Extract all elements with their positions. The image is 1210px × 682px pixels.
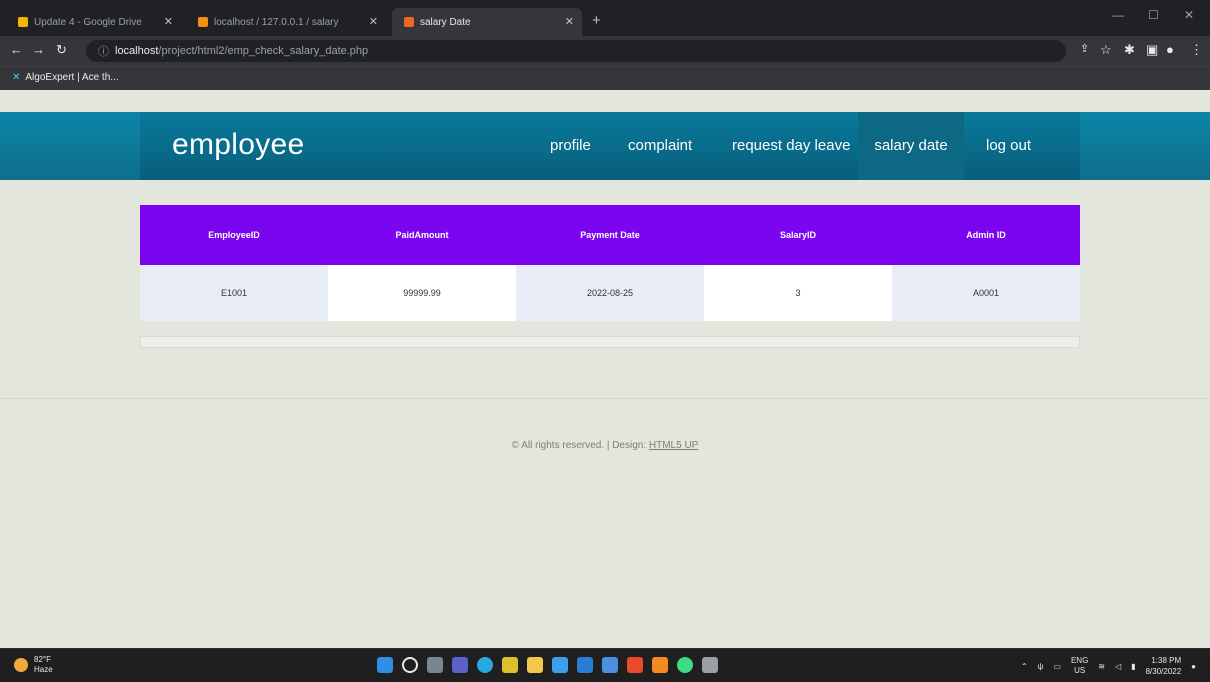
info-icon[interactable]: ⓘ — [98, 43, 109, 59]
cell-employee-id: E1001 — [140, 265, 328, 321]
tab-strip: Update 4 - Google Drive ✕ localhost / 12… — [0, 0, 1210, 36]
url-host: localhost — [115, 45, 159, 57]
page-content: employee profile complaint request day l… — [0, 90, 1210, 648]
wifi-icon[interactable]: ≋ — [1098, 662, 1105, 671]
url-path: /project/html2/emp_check_salary_date.php — [158, 45, 369, 57]
table-scrollbar[interactable] — [140, 336, 1080, 348]
battery-icon[interactable]: ▮ — [1131, 662, 1135, 671]
share-icon[interactable]: ⇪ — [1080, 42, 1089, 55]
start-icon[interactable] — [377, 657, 393, 673]
cell-salary-id: 3 — [704, 265, 892, 321]
close-icon[interactable]: ✕ — [164, 15, 173, 28]
column-header-admin-id: Admin ID — [966, 230, 1006, 240]
tab-phpmyadmin[interactable]: localhost / 127.0.0.1 / salary ✕ — [186, 8, 386, 36]
tab-label: localhost / 127.0.0.1 / salary — [214, 16, 339, 28]
forward-icon[interactable]: → — [32, 42, 45, 57]
cell-payment-date: 2022-08-25 — [516, 265, 704, 321]
footer-text: © All rights reserved. | Design: — [511, 440, 649, 451]
column-header-employee-id: EmployeeID — [208, 230, 260, 240]
file-explorer-icon[interactable] — [527, 657, 543, 673]
system-tray: ⌃ ψ ▭ ENG US ≋ ◁ ▮ 1:38 PM 8/30/2022 ● — [1021, 655, 1196, 677]
table-header: EmployeeID PaidAmount Payment Date Salar… — [140, 205, 1080, 265]
weather-icon — [14, 658, 28, 672]
clock-time: 1:38 PM — [1151, 656, 1182, 665]
volume-icon[interactable]: ◁ — [1115, 662, 1121, 671]
nav-salary-date[interactable]: salary date — [858, 112, 964, 180]
close-icon[interactable]: ✕ — [369, 15, 378, 28]
nav-request-day-leave[interactable]: request day leave — [720, 112, 862, 180]
browser-toolbar: ← → ↻ ⓘ localhost /project/html2/emp_che… — [0, 36, 1210, 66]
algoexpert-icon: ✕ — [12, 72, 21, 83]
store-icon[interactable] — [552, 657, 568, 673]
html-icon — [404, 17, 414, 27]
mail-icon[interactable] — [602, 657, 618, 673]
footer-design-link[interactable]: HTML5 UP — [649, 440, 698, 451]
footer-divider — [0, 398, 1210, 399]
menu-icon[interactable]: ⋮ — [1190, 42, 1203, 58]
chevron-up-icon[interactable]: ⌃ — [1021, 662, 1028, 671]
tab-google-drive[interactable]: Update 4 - Google Drive ✕ — [6, 8, 181, 36]
new-tab-button[interactable]: + — [592, 12, 601, 29]
usb-icon[interactable]: ψ — [1038, 662, 1044, 671]
teams-icon[interactable] — [452, 657, 468, 673]
lang-bottom: US — [1074, 666, 1086, 675]
nav-profile[interactable]: profile — [538, 112, 603, 180]
tab-label: salary Date — [420, 16, 471, 28]
cell-paid-amount: 99999.99 — [328, 265, 516, 321]
maximize-icon[interactable]: ☐ — [1148, 8, 1159, 22]
browser-window: Update 4 - Google Drive ✕ localhost / 12… — [0, 0, 1210, 682]
weather-desc: Haze — [34, 665, 53, 674]
drive-icon — [18, 17, 28, 27]
edge-icon[interactable] — [477, 657, 493, 673]
bookmarks-bar: ✕ AlgoExpert | Ace th... — [0, 66, 1210, 90]
taskbar: 82°F Haze ⌃ ψ ▭ ENG US ≋ ◁ ▮ 1:38 PM 8/3… — [0, 648, 1210, 682]
task-view-icon[interactable] — [427, 657, 443, 673]
cell-admin-id: A0001 — [892, 265, 1080, 321]
search-icon[interactable] — [402, 657, 418, 673]
site-brand[interactable]: employee — [172, 128, 304, 162]
column-header-payment-date: Payment Date — [580, 230, 640, 240]
phpmyadmin-icon — [198, 17, 208, 27]
salary-table: EmployeeID PaidAmount Payment Date Salar… — [140, 205, 1080, 321]
nav-complaint[interactable]: complaint — [616, 112, 704, 180]
bookmark-algoexpert[interactable]: ✕ AlgoExpert | Ace th... — [12, 72, 119, 83]
xampp-icon[interactable] — [652, 657, 668, 673]
close-icon[interactable]: ✕ — [565, 15, 574, 28]
close-window-icon[interactable]: ✕ — [1184, 8, 1194, 22]
weather-temp: 82°F — [34, 655, 51, 664]
office-icon[interactable] — [627, 657, 643, 673]
profile-avatar-icon[interactable]: ● — [1166, 42, 1174, 57]
clock-date: 8/30/2022 — [1145, 667, 1182, 676]
column-header-paid-amount: PaidAmount — [395, 230, 449, 240]
chrome-app-icon[interactable] — [677, 657, 693, 673]
reload-icon[interactable]: ↻ — [56, 42, 67, 58]
back-icon[interactable]: ← — [10, 42, 23, 57]
site-footer: © All rights reserved. | Design: HTML5 U… — [0, 440, 1210, 451]
table-row: E1001 99999.99 2022-08-25 3 A0001 — [140, 265, 1080, 321]
app-icon[interactable] — [702, 657, 718, 673]
lang-top: ENG — [1070, 656, 1089, 665]
tab-label: Update 4 - Google Drive — [34, 16, 142, 28]
language-indicator[interactable]: ENG US — [1071, 656, 1088, 676]
clock[interactable]: 1:38 PM 8/30/2022 — [1146, 655, 1182, 677]
monitor-icon[interactable]: ▭ — [1053, 662, 1061, 671]
extensions-icon[interactable]: ✱ — [1124, 42, 1135, 58]
bookmark-label: AlgoExpert | Ace th... — [25, 72, 119, 83]
minimize-icon[interactable]: — — [1112, 8, 1124, 22]
word-icon[interactable] — [577, 657, 593, 673]
nav-log-out[interactable]: log out — [974, 112, 1043, 180]
column-header-salary-id: SalaryID — [779, 230, 817, 240]
address-bar[interactable]: ⓘ localhost /project/html2/emp_check_sal… — [86, 40, 1066, 62]
chrome-icon[interactable] — [502, 657, 518, 673]
sidepanel-icon[interactable]: ▣ — [1146, 42, 1158, 58]
navbar-inner: employee profile complaint request day l… — [140, 112, 1080, 180]
site-navbar: employee profile complaint request day l… — [0, 112, 1210, 180]
weather-widget[interactable]: 82°F Haze — [14, 655, 53, 675]
tab-salary-date[interactable]: salary Date ✕ — [392, 8, 582, 36]
notification-icon[interactable]: ● — [1191, 662, 1196, 671]
star-icon[interactable]: ☆ — [1100, 42, 1112, 58]
